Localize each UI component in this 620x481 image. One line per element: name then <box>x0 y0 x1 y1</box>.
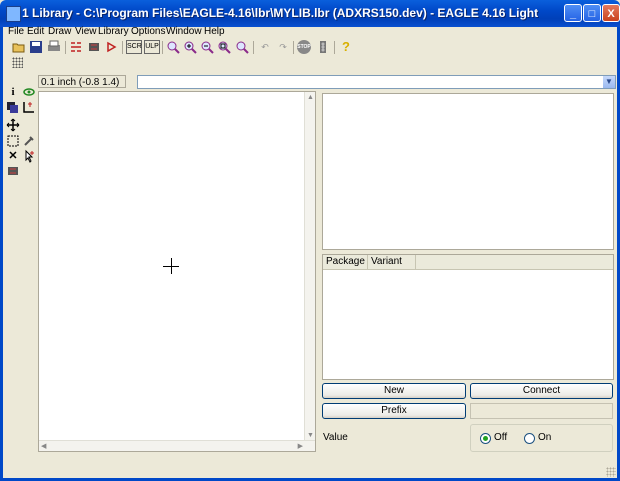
scroll-left-icon[interactable]: ◀ <box>41 442 46 450</box>
toolbar-separator <box>253 41 254 54</box>
title-bar[interactable]: 1 Library - C:\Program Files\EAGLE-4.16\… <box>0 0 620 27</box>
menu-view[interactable]: View <box>75 26 97 37</box>
new-button[interactable]: New <box>322 383 466 399</box>
zoom-out-icon[interactable] <box>200 40 214 54</box>
zoom-select-icon[interactable] <box>217 40 231 54</box>
print-icon[interactable] <box>47 40 61 54</box>
menu-edit[interactable]: Edit <box>27 26 44 37</box>
group-icon[interactable] <box>6 134 20 148</box>
horizontal-scrollbar[interactable]: ◀ ▶ <box>39 440 315 451</box>
open-icon[interactable] <box>12 40 26 54</box>
mark-icon[interactable] <box>22 100 36 114</box>
toolbar-separator <box>65 41 66 54</box>
grid-toolbar <box>0 56 620 72</box>
prefix-field <box>470 403 613 419</box>
add-icon[interactable] <box>22 149 36 163</box>
scroll-up-icon[interactable]: ▲ <box>307 94 314 101</box>
minimize-button[interactable]: _ <box>564 4 582 22</box>
save-icon[interactable] <box>29 40 43 54</box>
column-header-package[interactable]: Package <box>323 255 368 269</box>
command-line-input[interactable]: ▼ <box>137 75 616 89</box>
toolbar-separator <box>162 41 163 54</box>
value-label: Value <box>323 432 348 443</box>
window-title: 1 Library - C:\Program Files\EAGLE-4.16\… <box>22 6 539 20</box>
column-header-variant[interactable]: Variant <box>368 255 416 269</box>
list-header: Package Variant <box>323 255 613 270</box>
command-sidebar: i ✕ <box>0 78 38 478</box>
toolbar-separator <box>122 41 123 54</box>
board-icon[interactable] <box>87 40 101 54</box>
delete-icon[interactable]: ✕ <box>6 149 20 163</box>
grid-coordinate-readout: 0.1 inch (-0.8 1.4) <box>38 75 126 88</box>
connect-button[interactable]: Connect <box>470 383 613 399</box>
use-icon[interactable] <box>105 40 119 54</box>
scroll-down-icon[interactable]: ▼ <box>307 432 314 439</box>
zoom-fit-icon[interactable] <box>166 40 180 54</box>
value-on-radio[interactable] <box>524 433 535 444</box>
scroll-right-icon[interactable]: ▶ <box>298 442 303 450</box>
zoom-in-icon[interactable] <box>183 40 197 54</box>
resize-grip-icon[interactable] <box>606 467 616 477</box>
package-variant-list[interactable]: Package Variant <box>322 254 614 380</box>
menu-window[interactable]: Window <box>166 26 202 37</box>
drawing-canvas[interactable]: ▲ ▼ ◀ ▶ <box>38 91 316 452</box>
value-off-radio[interactable] <box>480 433 491 444</box>
toolbar-separator <box>334 41 335 54</box>
run-ulp-icon[interactable]: ULP <box>144 40 160 54</box>
schematic-icon[interactable] <box>69 40 83 54</box>
value-radio-group: Off On <box>470 424 613 452</box>
menu-draw[interactable]: Draw <box>48 26 71 37</box>
coordinate-bar: 0.1 inch (-0.8 1.4) ▼ <box>0 74 620 91</box>
device-preview-panel <box>322 93 614 250</box>
redo-icon[interactable]: ↷ <box>276 40 290 54</box>
menu-file[interactable]: File <box>8 26 24 37</box>
vertical-scrollbar[interactable]: ▲ ▼ <box>304 92 315 441</box>
redraw-icon[interactable] <box>235 40 249 54</box>
close-button[interactable]: X <box>602 4 620 22</box>
info-icon[interactable]: i <box>6 85 20 99</box>
crosshair-cursor <box>171 258 172 274</box>
help-icon[interactable]: ? <box>339 40 353 54</box>
menu-help[interactable]: Help <box>204 26 225 37</box>
toolbar-separator <box>293 41 294 54</box>
display-layers-icon[interactable] <box>6 100 20 114</box>
main-toolbar: SCR ULP ↶ ↷ STOP ? <box>0 39 620 56</box>
value-off-label[interactable]: Off <box>494 432 507 443</box>
move-icon[interactable] <box>6 118 20 132</box>
change-icon[interactable] <box>22 134 36 148</box>
maximize-button[interactable]: □ <box>583 4 601 22</box>
value-on-label[interactable]: On <box>538 432 551 443</box>
menu-library[interactable]: Library <box>98 26 129 37</box>
script-icon[interactable]: SCR <box>126 40 142 54</box>
prefix-button[interactable]: Prefix <box>322 403 466 419</box>
grid-icon[interactable] <box>12 57 23 68</box>
chevron-down-icon[interactable]: ▼ <box>603 76 615 88</box>
app-icon <box>6 6 21 22</box>
menu-bar: File Edit Draw View Library Options Wind… <box>0 26 620 39</box>
menu-options[interactable]: Options <box>131 26 165 37</box>
stop-icon[interactable]: STOP <box>297 40 311 54</box>
show-icon[interactable] <box>22 85 36 99</box>
ratsnest-icon[interactable] <box>6 164 20 178</box>
undo-icon[interactable]: ↶ <box>258 40 272 54</box>
go-icon[interactable] <box>316 40 330 54</box>
